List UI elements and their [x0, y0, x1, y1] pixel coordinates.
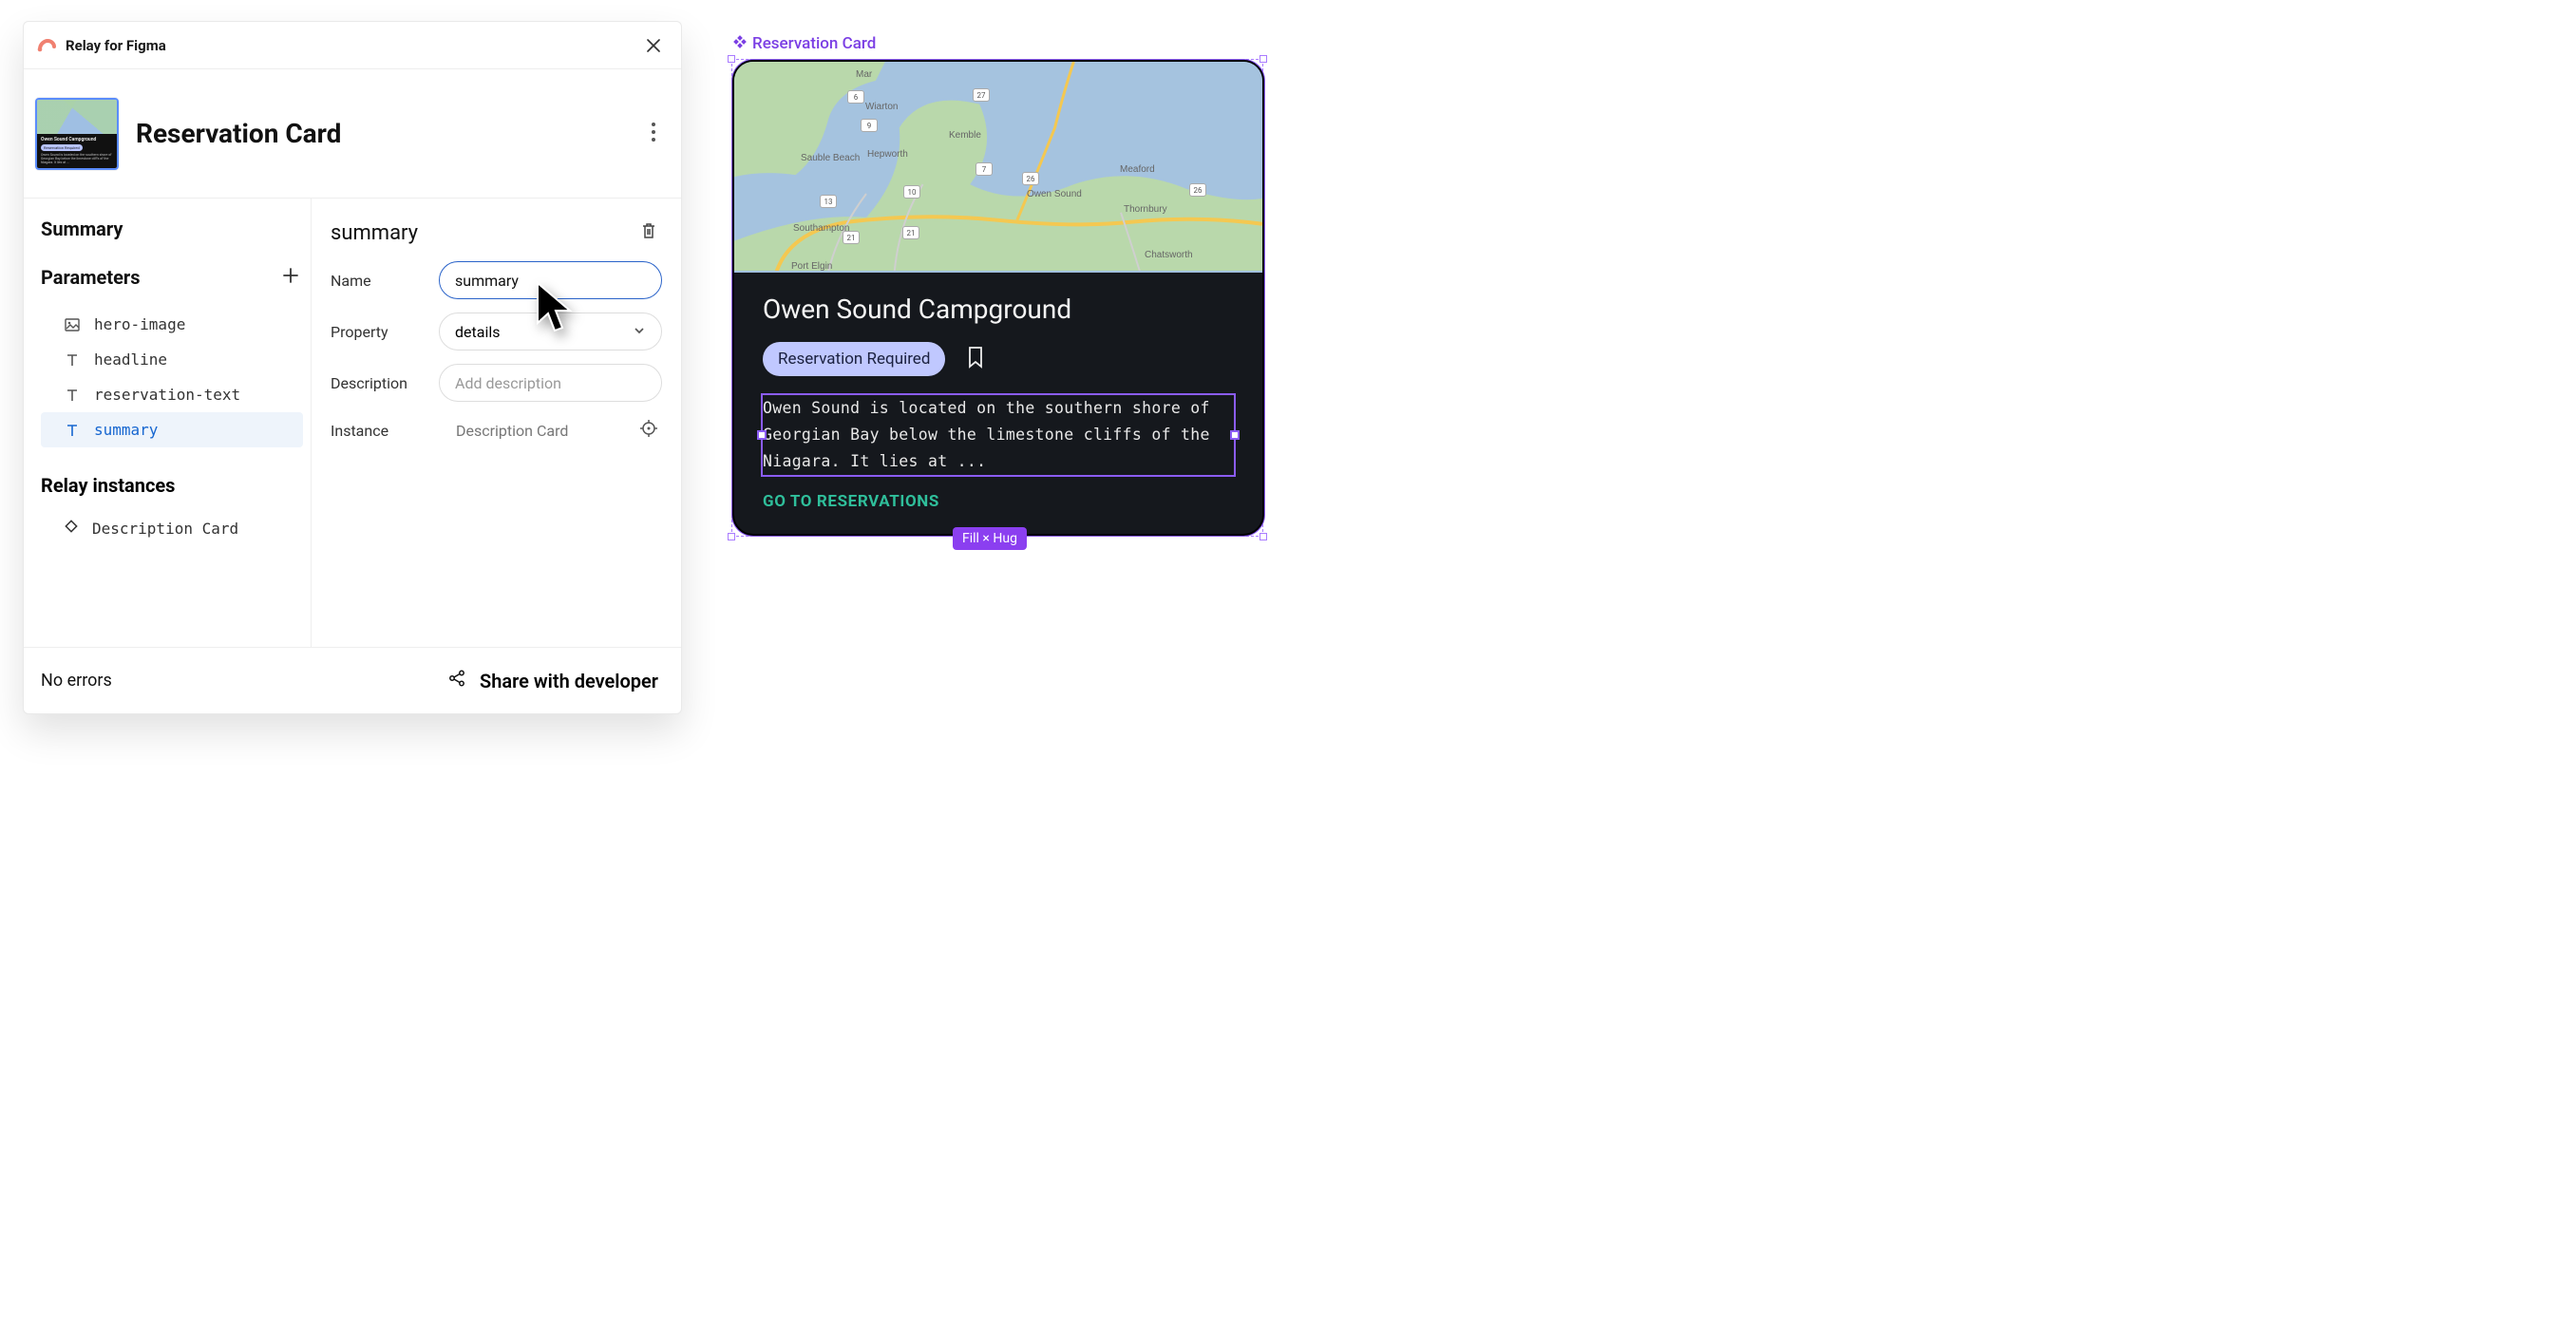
text-icon [64, 351, 81, 369]
property-select[interactable]: details [439, 313, 662, 350]
route-shield-icon: 21 [843, 231, 860, 244]
close-icon[interactable] [641, 33, 666, 58]
text-icon [64, 387, 81, 404]
reservation-card: Mar Wiarton Hepworth Sauble Beach Kemble… [732, 60, 1264, 536]
hero-image-map: Mar Wiarton Hepworth Sauble Beach Kemble… [734, 62, 1262, 273]
panel-top-bar: Relay for Figma [24, 22, 681, 69]
description-label: Description [331, 374, 422, 392]
map-label: Wiarton [865, 102, 898, 112]
plugin-name: Relay for Figma [66, 37, 166, 54]
route-shield-icon: 9 [861, 119, 878, 132]
route-shield-icon: 7 [975, 162, 993, 176]
parameter-item-hero-image[interactable]: hero-image [41, 307, 303, 342]
size-badge: Fill × Hug [953, 527, 1027, 550]
plugin-brand: Relay for Figma [37, 36, 166, 55]
relay-instances-heading: Relay instances [41, 474, 303, 497]
card-headline: Owen Sound Campground [763, 294, 1234, 325]
text-icon [64, 422, 81, 439]
parameter-name: summary [94, 421, 158, 439]
route-shield-icon: 6 [847, 90, 864, 104]
summary-heading: Summary [41, 218, 303, 240]
name-input-wrapper [439, 261, 662, 299]
map-label: Southampton [793, 223, 850, 234]
selection-handle-icon[interactable] [757, 430, 767, 440]
map-label: Mar [856, 69, 872, 80]
parameter-item-headline[interactable]: headline [41, 342, 303, 377]
relay-logo-icon [37, 36, 56, 55]
reservation-badge: Reservation Required [763, 342, 945, 376]
diamond-icon [64, 519, 79, 538]
selection-handle-icon[interactable] [728, 533, 735, 540]
add-parameter-button[interactable] [278, 263, 303, 292]
component-icon [733, 34, 747, 53]
parameters-heading: Parameters [41, 266, 140, 289]
map-label: Port Elgin [791, 261, 832, 272]
name-input[interactable] [455, 272, 646, 290]
property-label: Property [331, 323, 422, 341]
route-shield-icon: 10 [903, 185, 920, 199]
summary-selection[interactable]: Owen Sound is located on the southern sh… [761, 393, 1236, 477]
instance-value: Description Card [439, 422, 618, 440]
parameter-list: hero-image headline reservation-text sum… [41, 307, 303, 447]
error-status: No errors [41, 671, 112, 691]
chevron-down-icon [633, 323, 646, 341]
component-title: Reservation Card [136, 118, 628, 149]
relay-instance-item[interactable]: Description Card [41, 510, 303, 546]
card-summary: Owen Sound is located on the southern sh… [763, 395, 1234, 475]
locate-instance-button[interactable] [635, 415, 662, 445]
parameter-item-summary[interactable]: summary [41, 412, 303, 447]
card-cta[interactable]: GO TO RESERVATIONS [763, 492, 1234, 511]
route-shield-icon: 27 [973, 88, 990, 102]
name-label: Name [331, 272, 422, 290]
property-value: details [455, 323, 500, 341]
share-with-developer-button[interactable]: Share with developer [447, 669, 658, 692]
component-frame-name: Reservation Card [752, 34, 876, 53]
component-frame-label[interactable]: Reservation Card [733, 34, 1263, 53]
parameter-name: headline [94, 350, 167, 369]
panel-footer: No errors Share with developer [24, 647, 681, 713]
overflow-menu-icon[interactable] [645, 116, 662, 152]
panel-header: Owen Sound Campground Reservation Requir… [24, 69, 681, 199]
map-label: Owen Sound [1027, 189, 1082, 199]
plugin-panel: Relay for Figma Owen Sound Campground Re… [23, 21, 682, 714]
share-icon [447, 669, 466, 692]
parameter-name: reservation-text [94, 386, 240, 404]
route-shield-icon: 21 [902, 226, 919, 239]
selection-handle-icon[interactable] [1260, 533, 1267, 540]
map-label: Kemble [949, 130, 981, 141]
map-label: Chatsworth [1145, 250, 1193, 260]
thumbnail-map-icon [37, 100, 117, 134]
relay-instance-name: Description Card [92, 520, 238, 538]
parameter-name: hero-image [94, 315, 185, 333]
description-input[interactable] [455, 374, 646, 392]
route-shield-icon: 13 [820, 195, 837, 208]
share-label: Share with developer [480, 670, 658, 692]
component-thumbnail[interactable]: Owen Sound Campground Reservation Requir… [35, 98, 119, 170]
detail-title: summary [331, 221, 418, 245]
detail-pane: summary Name Property details [312, 199, 681, 647]
route-shield-icon: 26 [1022, 172, 1039, 185]
route-shield-icon: 26 [1189, 183, 1206, 197]
map-label: Hepworth [867, 149, 908, 160]
sidebar: Summary Parameters hero-image headline [24, 199, 312, 647]
selection-bounds: Mar Wiarton Hepworth Sauble Beach Kemble… [731, 59, 1263, 537]
bookmark-icon[interactable] [966, 346, 985, 372]
card-content: Owen Sound Campground Reservation Requir… [734, 273, 1262, 534]
figma-canvas: Reservation Card [731, 34, 1263, 537]
selection-handle-icon[interactable] [1230, 430, 1240, 440]
instance-label: Instance [331, 422, 422, 440]
map-label: Meaford [1120, 164, 1155, 175]
image-icon [64, 316, 81, 333]
map-label: Sauble Beach [801, 153, 860, 163]
delete-button[interactable] [635, 218, 662, 248]
parameter-item-reservation-text[interactable]: reservation-text [41, 377, 303, 412]
map-label: Thornbury [1124, 204, 1167, 215]
